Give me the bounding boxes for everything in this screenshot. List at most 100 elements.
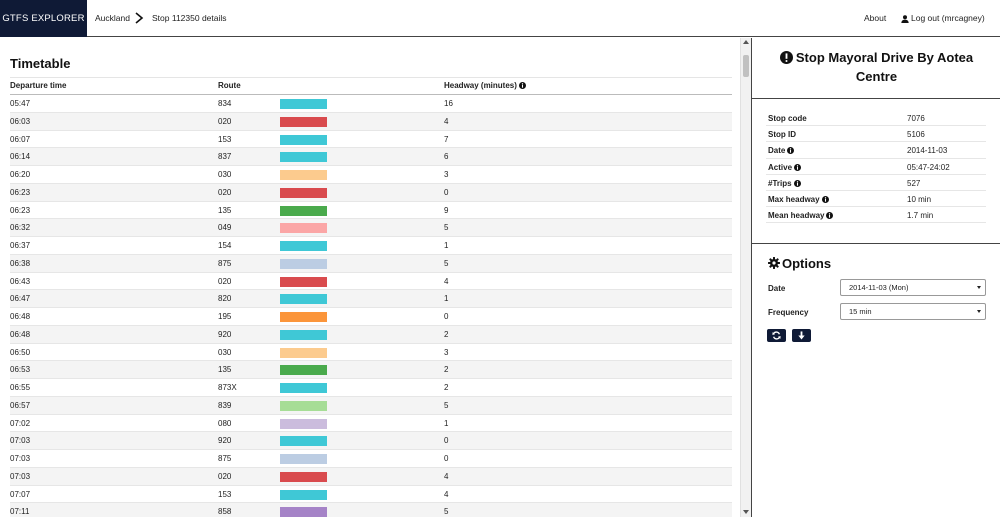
stop-detail-key: Active	[768, 162, 802, 172]
stop-detail-row: Mean headway 1.7 min	[766, 207, 986, 224]
route-color-bar	[280, 383, 327, 393]
departure-time-cell: 07:07	[10, 489, 31, 499]
frequency-select-value: 15 min	[849, 307, 872, 316]
info-icon[interactable]	[821, 196, 829, 203]
refresh-button[interactable]	[767, 329, 786, 342]
brand-logo[interactable]: GTFS EXPLORER	[0, 0, 87, 37]
route-color-bar	[280, 99, 327, 109]
departure-time-cell: 06:32	[10, 223, 31, 233]
route-color-bar	[280, 471, 327, 482]
stop-detail-key-text: Active	[768, 162, 793, 172]
route-cell: 920	[218, 436, 232, 446]
exclamation-icon	[779, 51, 793, 64]
stop-detail-row: Date 2014-11-03	[766, 142, 986, 159]
logout-link[interactable]: Log out (mrcagney)	[901, 0, 985, 37]
download-icon	[798, 331, 805, 340]
headway-cell: 4	[444, 471, 449, 481]
scroll-down-arrow-icon[interactable]	[743, 510, 749, 514]
route-cell: 195	[218, 312, 232, 321]
chevron-right-icon	[135, 12, 144, 24]
departure-time-cell: 06:48	[10, 312, 31, 321]
table-row: 06:14 837 6	[10, 148, 732, 166]
route-color-bar	[280, 276, 327, 287]
logout-label: Log out (mrcagney)	[911, 13, 985, 23]
scroll-up-arrow-icon[interactable]	[743, 40, 749, 44]
route-cell: 875	[218, 258, 232, 268]
headway-cell: 16	[444, 99, 453, 108]
date-label: Date	[768, 284, 786, 293]
departure-time-cell: 06:48	[10, 329, 31, 339]
stop-title: Stop Mayoral Drive By Aotea Centre	[752, 48, 1000, 86]
route-color-bar	[280, 294, 327, 305]
info-icon[interactable]	[793, 179, 801, 187]
route-cell: 875	[218, 454, 232, 463]
table-row: 06:20 030 3	[10, 166, 732, 184]
frequency-select[interactable]: 15 min	[840, 303, 986, 320]
headway-cell: 1	[444, 294, 449, 304]
info-icon[interactable]	[787, 147, 795, 155]
top-navbar: GTFS EXPLORER Auckland Stop 112350 detai…	[0, 0, 1000, 37]
headway-cell: 0	[444, 187, 449, 197]
stop-detail-value: 5106	[907, 130, 925, 140]
stop-detail-key-text: Mean headway	[768, 211, 825, 221]
table-row: 07:11 858 5	[10, 503, 732, 517]
route-cell: 820	[218, 294, 232, 304]
route-color-bar	[280, 116, 327, 127]
table-row: 06:38 875 5	[10, 254, 732, 273]
route-color-bar	[280, 258, 327, 269]
user-icon	[901, 15, 909, 23]
stop-detail-row: Stop ID 5106	[766, 126, 986, 143]
headway-cell: 5	[444, 223, 449, 233]
headway-cell: 9	[444, 205, 449, 215]
route-cell: 834	[218, 99, 232, 108]
departure-time-cell: 06:23	[10, 187, 31, 197]
stop-detail-value: 1.7 min	[907, 211, 934, 221]
route-color-bar	[280, 400, 327, 411]
route-color-bar	[280, 365, 327, 376]
stop-detail-key-text: #Trips	[768, 178, 792, 188]
stop-detail-key: Mean headway	[768, 211, 834, 221]
about-link[interactable]: About	[864, 0, 886, 37]
route-color-bar	[280, 312, 327, 322]
stop-detail-value: 527	[907, 178, 921, 188]
table-row: 06:47 820 1	[10, 290, 732, 308]
table-row: 06:50 030 3	[10, 344, 732, 362]
route-color-bar	[280, 134, 327, 145]
departure-time-cell: 06:57	[10, 400, 31, 410]
route-cell: 135	[218, 205, 232, 215]
route-cell: 873X	[218, 383, 237, 392]
options-title: Options	[768, 256, 831, 271]
headway-cell: 3	[444, 170, 449, 179]
info-icon[interactable]	[826, 212, 834, 220]
departure-time-cell: 06:23	[10, 205, 31, 215]
route-cell: 030	[218, 170, 232, 179]
departure-time-cell: 05:47	[10, 99, 31, 108]
headway-cell: 2	[444, 329, 449, 339]
table-row: 07:07 153 4	[10, 486, 732, 504]
table-row: 07:03 875 0	[10, 450, 732, 468]
route-cell: 839	[218, 400, 232, 410]
headway-cell: 3	[444, 347, 449, 357]
stop-detail-key-text: Stop code	[768, 114, 807, 123]
table-row: 06:03 020 4	[10, 112, 732, 131]
route-color-bar	[280, 152, 327, 163]
download-button[interactable]	[792, 329, 811, 342]
route-color-bar	[280, 454, 327, 464]
table-row: 07:02 080 1	[10, 415, 732, 433]
stop-detail-key: Stop ID	[768, 130, 796, 139]
headway-cell: 4	[444, 489, 449, 499]
route-cell: 030	[218, 347, 232, 357]
frequency-label: Frequency	[768, 308, 809, 317]
stop-detail-row: Max headway 10 min	[766, 191, 986, 208]
scroll-thumb[interactable]	[743, 55, 749, 77]
info-icon[interactable]	[518, 82, 526, 89]
departure-time-cell: 06:47	[10, 294, 31, 304]
refresh-icon	[772, 331, 781, 340]
date-select[interactable]: 2014-11-03 (Mon)	[840, 279, 986, 296]
timetable-scrollbar[interactable]	[740, 38, 751, 517]
info-icon[interactable]	[794, 163, 802, 171]
table-row: 07:03 020 4	[10, 467, 732, 486]
col-departure-time: Departure time	[10, 81, 67, 90]
breadcrumb-auckland[interactable]: Auckland	[95, 0, 130, 37]
headway-cell: 0	[444, 312, 449, 321]
